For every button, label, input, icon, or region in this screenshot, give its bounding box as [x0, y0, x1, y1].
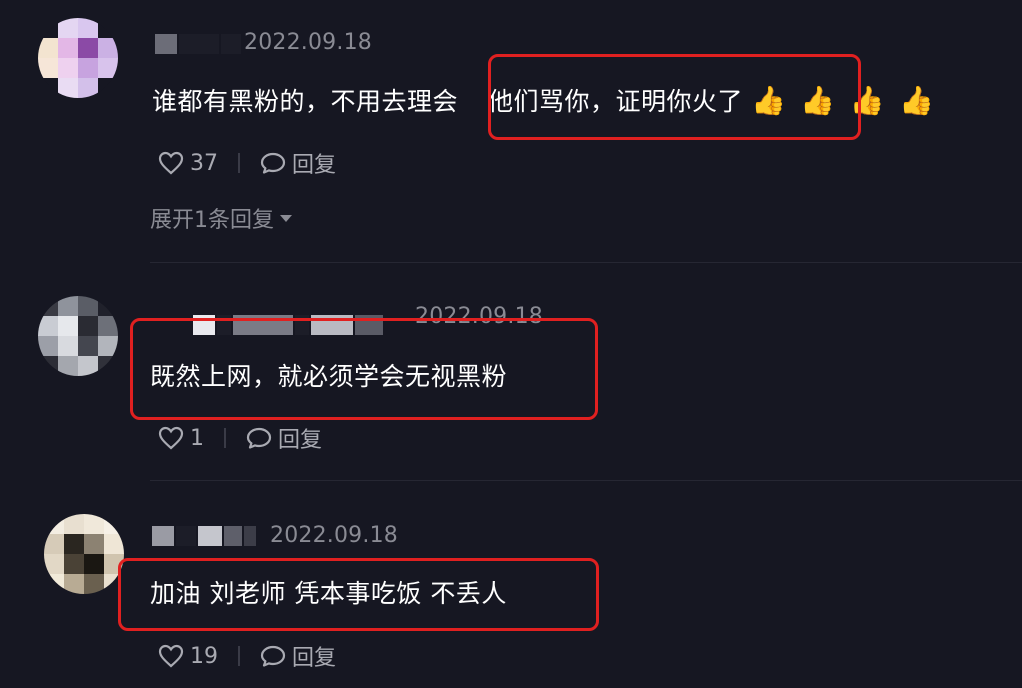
reply-button[interactable]: 回复 [260, 640, 336, 672]
heart-icon [158, 426, 184, 450]
like-button[interactable]: 1 [158, 426, 204, 451]
like-button[interactable]: 19 [158, 644, 218, 669]
reply-button[interactable]: 回复 [246, 422, 322, 454]
highlight-box [488, 54, 861, 140]
expand-replies-button[interactable]: 展开1条回复 [150, 202, 292, 234]
comment-bubble-icon [246, 427, 272, 449]
comment-bubble-icon [260, 152, 286, 174]
comment-actions: 19 回复 [158, 640, 336, 672]
comment-divider [150, 262, 1022, 263]
highlight-box [130, 318, 598, 420]
comment-item: 2022.09.18 谁都有黑粉的，不用去理会 他们骂你，证明你火了 👍 👍 👍 👍 37… [0, 0, 1022, 270]
username-blurred[interactable] [152, 526, 256, 546]
action-divider [238, 153, 240, 173]
like-count: 37 [190, 150, 218, 176]
comment-bubble-icon [260, 645, 286, 667]
comment-item: 2022.09.18 加油 刘老师 凭本事吃饭 不丢人 19 回复 [0, 490, 1022, 688]
like-count: 19 [190, 643, 218, 669]
comment-actions: 1 回复 [158, 422, 322, 454]
comment-actions: 37 回复 [158, 147, 336, 179]
like-count: 1 [190, 425, 204, 451]
comment-divider [150, 480, 1022, 481]
caret-down-icon [280, 214, 292, 222]
heart-icon [158, 151, 184, 175]
action-divider [238, 646, 240, 666]
comment-text-plain: 谁都有黑粉的，不用去理会 [152, 87, 459, 116]
thumbs-up-emoji: 👍 [899, 84, 935, 117]
reply-label: 回复 [278, 428, 323, 453]
comment-item: 2022.09.18 既然上网，就必须学会无视黑粉 1 回复 [0, 270, 1022, 480]
like-button[interactable]: 37 [158, 151, 218, 176]
reply-button[interactable]: 回复 [260, 147, 336, 179]
username-blurred[interactable] [155, 34, 241, 54]
expand-replies-label: 展开1条回复 [150, 208, 274, 233]
reply-label: 回复 [292, 153, 337, 178]
reply-label: 回复 [292, 646, 337, 671]
action-divider [224, 428, 226, 448]
comment-date: 2022.09.18 [244, 30, 372, 55]
avatar[interactable] [38, 296, 118, 376]
avatar[interactable] [44, 514, 124, 594]
comment-date: 2022.09.18 [270, 523, 398, 548]
highlight-box [118, 558, 599, 631]
avatar[interactable] [38, 18, 118, 98]
heart-icon [158, 644, 184, 668]
